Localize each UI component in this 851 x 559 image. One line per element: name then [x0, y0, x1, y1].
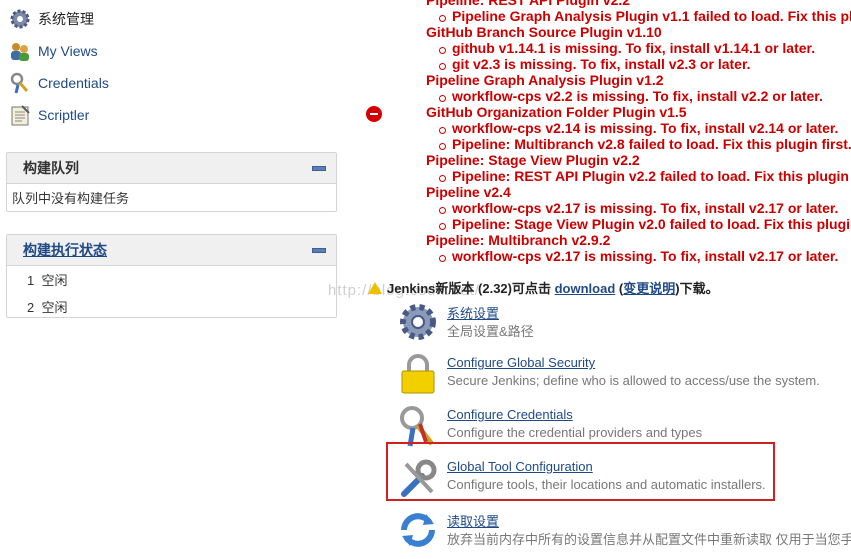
update-notice: Jenkins新版本 (2.32)可点击 download (变更说明)下载。	[368, 278, 719, 297]
error-heading: Pipeline v2.4	[426, 184, 511, 200]
warning-icon	[368, 282, 382, 294]
build-queue-title: 构建队列	[23, 160, 79, 176]
sidebar-item-label: 系统管理	[38, 11, 94, 27]
users-icon	[11, 43, 29, 61]
error-detail: workflow-cps v2.2 is missing. To fix, in…	[439, 88, 823, 104]
sidebar-item-my-views[interactable]: My Views	[8, 38, 98, 64]
highlight-box	[386, 442, 775, 501]
sidebar-item-label: My Views	[38, 43, 98, 59]
error-heading: Pipeline: Stage View Plugin v2.2	[426, 152, 640, 168]
download-link[interactable]: download	[555, 281, 616, 296]
sidebar-item-scriptler[interactable]: Scriptler	[8, 102, 89, 128]
manage-item-desc: Secure Jenkins; define who is allowed to…	[447, 373, 820, 388]
collapse-icon[interactable]	[312, 247, 326, 253]
error-heading: GitHub Organization Folder Plugin v1.5	[426, 104, 687, 120]
reload-icon	[401, 513, 435, 547]
keys-icon	[10, 72, 29, 94]
manage-item-title[interactable]: Configure Credentials	[447, 407, 573, 422]
manage-item-title[interactable]: 系统设置	[447, 303, 499, 322]
changelog-link[interactable]: 变更说明	[623, 281, 675, 296]
error-stop-icon	[366, 106, 382, 122]
executor-row: 2 空闲	[27, 300, 68, 315]
error-detail: workflow-cps v2.17 is missing. To fix, i…	[438, 248, 839, 264]
notepad-icon	[11, 105, 30, 126]
sidebar: 系统管理 My Views Credentials Scriptler 构建队列…	[0, 0, 340, 559]
error-detail: Pipeline: REST API Plugin v2.2 failed to…	[439, 168, 849, 184]
build-queue-pane: 构建队列 队列中没有构建任务	[6, 152, 337, 212]
sidebar-item-manage[interactable]: 系统管理	[8, 6, 94, 32]
sidebar-item-label: Scriptler	[38, 107, 90, 123]
error-heading: GitHub Branch Source Plugin v1.10	[426, 24, 662, 40]
error-detail: workflow-cps v2.17 is missing. To fix, i…	[438, 200, 839, 216]
sidebar-item-credentials[interactable]: Credentials	[8, 70, 109, 96]
manage-item-desc: 全局设置&路径	[447, 324, 534, 339]
executor-status-pane: 构建执行状态 1 空闲 2 空闲	[6, 234, 337, 318]
manage-item-desc: 放弃当前内存中所有的设置信息并从配置文件中重新读取 仅用于当您手	[447, 532, 851, 547]
executor-status-title[interactable]: 构建执行状态	[23, 240, 312, 260]
manage-item-desc: Configure the credential providers and t…	[447, 425, 703, 440]
error-detail: Pipeline: Multibranch v2.8 failed to loa…	[439, 136, 851, 152]
gear-icon	[400, 304, 436, 340]
manage-item-title[interactable]: Configure Global Security	[447, 355, 595, 370]
error-detail: Pipeline Graph Analysis Plugin v1.1 fail…	[439, 8, 851, 24]
error-detail: github v1.14.1 is missing. To fix, insta…	[438, 40, 816, 56]
error-detail: Pipeline: Stage View Plugin v2.0 failed …	[438, 216, 851, 232]
sidebar-item-label: Credentials	[38, 75, 109, 91]
gear-icon	[10, 9, 30, 29]
collapse-icon[interactable]	[312, 165, 326, 171]
error-detail: git v2.3 is missing. To fix, install v2.…	[439, 56, 751, 72]
build-queue-empty: 队列中没有构建任务	[12, 191, 130, 206]
executor-row: 1 空闲	[27, 273, 68, 288]
error-heading: Pipeline Graph Analysis Plugin v1.2	[426, 72, 664, 88]
error-detail: workflow-cps v2.14 is missing. To fix, i…	[438, 120, 839, 136]
manage-item-title[interactable]: 读取设置	[447, 511, 499, 530]
error-heading: Pipeline: REST API Plugin v2.2	[426, 0, 631, 8]
error-heading: Pipeline: Multibranch v2.9.2	[426, 232, 611, 248]
lock-icon	[401, 354, 435, 394]
